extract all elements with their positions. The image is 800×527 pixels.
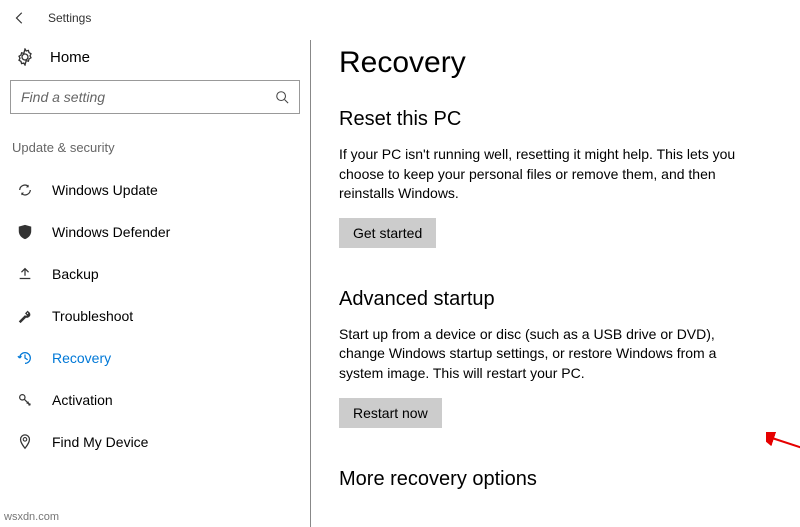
sidebar-item-label: Find My Device [52, 434, 148, 450]
sidebar-item-label: Recovery [52, 350, 111, 366]
section-heading: More recovery options [339, 468, 772, 491]
category-header: Update & security [10, 138, 300, 169]
sidebar-item-label: Backup [52, 266, 99, 282]
search-box[interactable] [10, 80, 300, 114]
sidebar-item-windows-update[interactable]: Windows Update [10, 169, 300, 211]
get-started-button[interactable]: Get started [339, 218, 436, 248]
section-reset-this-pc: Reset this PC If your PC isn't running w… [339, 108, 772, 248]
sidebar-item-backup[interactable]: Backup [10, 253, 300, 295]
content-pane: Recovery Reset this PC If your PC isn't … [310, 40, 800, 527]
titlebar-app-name: Settings [48, 11, 91, 25]
section-body: Start up from a device or disc (such as … [339, 325, 759, 384]
page-title: Recovery [339, 46, 772, 80]
backup-icon [16, 265, 34, 283]
home-button[interactable]: Home [10, 40, 300, 80]
sidebar-item-label: Windows Update [52, 182, 158, 198]
wrench-icon [16, 307, 34, 325]
gear-icon [16, 48, 34, 66]
sidebar-item-windows-defender[interactable]: Windows Defender [10, 211, 300, 253]
arrow-left-icon [13, 11, 27, 25]
section-heading: Reset this PC [339, 108, 772, 131]
watermark: wsxdn.com [4, 511, 59, 523]
sync-icon [16, 181, 34, 199]
back-button[interactable] [10, 8, 30, 28]
sidebar-item-find-my-device[interactable]: Find My Device [10, 421, 300, 463]
location-icon [16, 433, 34, 451]
search-input[interactable] [21, 89, 275, 105]
section-more-recovery: More recovery options [339, 468, 772, 491]
sidebar-item-label: Troubleshoot [52, 308, 133, 324]
section-heading: Advanced startup [339, 288, 772, 311]
titlebar: Settings [0, 0, 800, 40]
home-label: Home [50, 49, 90, 66]
sidebar-item-label: Activation [52, 392, 113, 408]
sidebar-item-recovery[interactable]: Recovery [10, 337, 300, 379]
history-icon [16, 349, 34, 367]
sidebar: Home Update & security Windows Update Wi… [0, 40, 310, 527]
search-icon [275, 90, 289, 104]
sidebar-item-label: Windows Defender [52, 224, 170, 240]
section-advanced-startup: Advanced startup Start up from a device … [339, 288, 772, 428]
restart-now-button[interactable]: Restart now [339, 398, 442, 428]
section-body: If your PC isn't running well, resetting… [339, 145, 759, 204]
sidebar-item-activation[interactable]: Activation [10, 379, 300, 421]
sidebar-item-troubleshoot[interactable]: Troubleshoot [10, 295, 300, 337]
shield-icon [16, 223, 34, 241]
key-icon [16, 391, 34, 409]
